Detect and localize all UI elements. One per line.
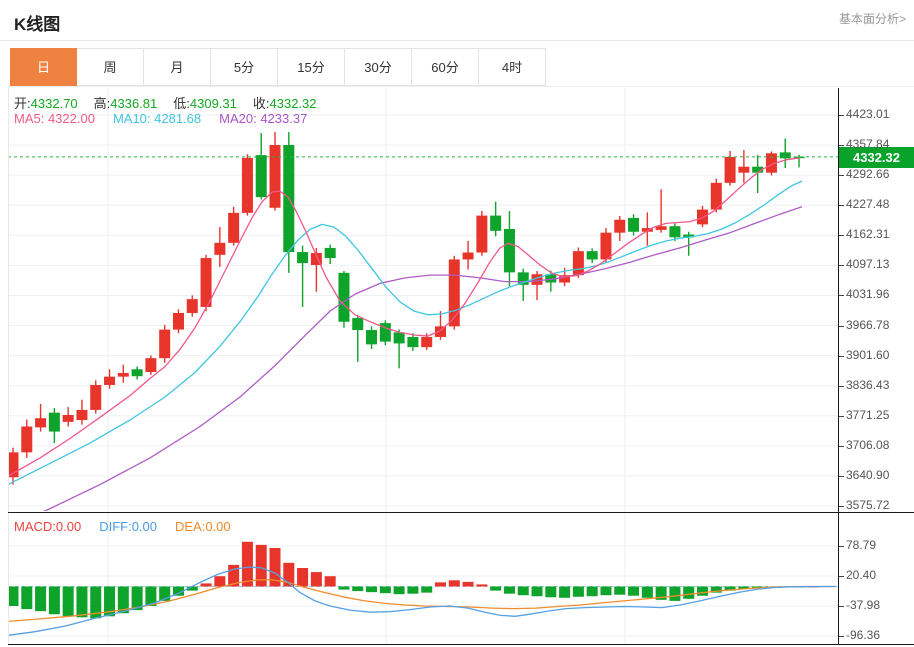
page-title: K线图 <box>14 15 61 34</box>
tabs-underline <box>8 86 914 87</box>
dea-value: DEA:0.00 <box>175 519 231 534</box>
tick-mark <box>839 606 844 607</box>
y-axis-label: 3771.25 <box>846 407 890 422</box>
tab-4hour[interactable]: 4时 <box>479 48 546 86</box>
open-value: 4332.70 <box>30 96 78 111</box>
tick-mark <box>839 265 844 267</box>
tick-mark <box>839 205 844 207</box>
tab-5min[interactable]: 5分 <box>211 48 278 86</box>
tick-mark <box>839 325 844 327</box>
tick-mark <box>839 505 844 507</box>
tick-mark <box>839 385 844 387</box>
y-axis-label: 3575.72 <box>846 497 890 512</box>
tick-mark <box>839 546 844 547</box>
tick-mark <box>839 295 844 297</box>
macd-value: MACD:0.00 <box>14 519 82 534</box>
chart-left-border <box>8 88 9 645</box>
diff-value: DIFF:0.00 <box>99 519 157 534</box>
tab-60min[interactable]: 60分 <box>412 48 479 86</box>
macd-axis-label: -37.98 <box>846 598 881 612</box>
tick-mark <box>839 355 844 357</box>
close-value: 4332.32 <box>269 96 317 111</box>
ma5-legend: MA5: 4322.00 <box>14 111 95 126</box>
ma-legend: MA5: 4322.00 MA10: 4281.68 MA20: 4233.37 <box>14 111 307 126</box>
ma20-legend: MA20: 4233.37 <box>219 111 308 126</box>
tab-month[interactable]: 月 <box>144 48 211 86</box>
y-axis-label: 3901.60 <box>846 347 890 362</box>
close-label: 收: <box>252 96 270 111</box>
pane-separator <box>8 512 914 513</box>
macd-axis-label: 78.79 <box>846 538 877 552</box>
kline-app: K线图 基本面分析> 日 周 月 5分 15分 30分 60分 4时 开:433… <box>0 0 914 647</box>
y-axis-label: 4097.13 <box>846 257 890 272</box>
y-axis-label: 4227.48 <box>846 197 890 212</box>
ohlc-readout: 开:4332.70 高:4336.81 低:4309.31 收:4332.32 <box>14 93 333 112</box>
y-axis-label: 4423.01 <box>846 107 890 121</box>
y-axis-line <box>838 88 839 645</box>
y-axis-label: 4357.84 <box>846 137 890 152</box>
tab-15min[interactable]: 15分 <box>278 48 345 86</box>
high-label: 高: <box>93 96 111 111</box>
tick-mark <box>839 475 844 477</box>
tab-week[interactable]: 周 <box>77 48 144 86</box>
chart-bottom-border <box>8 644 914 645</box>
macd-axis-label: 20.40 <box>846 568 877 582</box>
tick-mark <box>839 576 844 577</box>
y-axis-label: 4292.66 <box>846 167 890 182</box>
y-axis-label: 4031.96 <box>846 287 890 302</box>
tick-mark <box>839 175 844 177</box>
y-axis-label: 3706.08 <box>846 437 890 452</box>
tick-mark <box>839 145 844 147</box>
header-divider <box>0 40 914 41</box>
tick-mark <box>839 445 844 447</box>
tab-30min[interactable]: 30分 <box>345 48 412 86</box>
tick-mark <box>839 115 844 116</box>
tick-mark <box>839 415 844 417</box>
candlestick-chart-plot[interactable] <box>8 88 838 645</box>
tab-day[interactable]: 日 <box>10 48 77 86</box>
macd-legend: MACD:0.00 DIFF:0.00 DEA:0.00 <box>14 519 231 534</box>
fundamental-analysis-link[interactable]: 基本面分析> <box>839 10 906 27</box>
open-label: 开: <box>14 96 31 111</box>
high-value: 4336.81 <box>110 96 158 111</box>
tick-mark <box>839 636 844 637</box>
low-label: 低: <box>173 96 190 111</box>
tick-mark <box>839 235 844 237</box>
y-axis-label: 3640.90 <box>846 467 890 482</box>
ma10-legend: MA10: 4281.68 <box>112 111 202 126</box>
y-axis-label: 3836.43 <box>846 377 890 392</box>
y-axis-label: 3966.78 <box>846 317 890 332</box>
timeframe-tabs: 日 周 月 5分 15分 30分 60分 4时 <box>10 48 546 86</box>
y-axis-label: 4162.31 <box>846 227 890 242</box>
macd-axis-label: -96.36 <box>846 628 881 642</box>
low-value: 4309.31 <box>189 96 237 111</box>
